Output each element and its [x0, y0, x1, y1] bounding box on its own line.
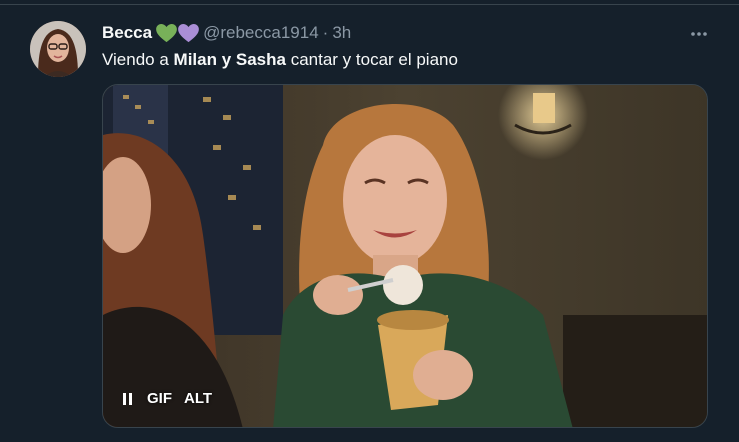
author-name[interactable]: Becca: [102, 23, 152, 43]
tweet[interactable]: Becca @rebecca1914 · 3h Viendo a Milan y…: [0, 5, 739, 442]
more-options-button[interactable]: [688, 23, 710, 45]
separator-dot: ·: [322, 23, 329, 42]
tweet-text-bold: Milan y Sasha: [173, 50, 286, 69]
tweet-text-prefix: Viendo a: [102, 50, 174, 69]
tweet-text: Viendo a Milan y Sasha cantar y tocar el…: [102, 49, 458, 71]
timestamp[interactable]: 3h: [332, 23, 351, 43]
name-emojis: [156, 23, 199, 43]
alt-button[interactable]: ALT: [184, 390, 212, 407]
gif-media[interactable]: GIF ALT: [102, 84, 708, 428]
pause-icon-bar-right: [129, 392, 132, 405]
tweet-header: Becca @rebecca1914 · 3h: [102, 22, 351, 44]
gif-frame: [103, 85, 707, 427]
gif-badge: GIF: [147, 390, 172, 407]
author-handle[interactable]: @rebecca1914: [203, 23, 319, 43]
media-controls: GIF ALT: [123, 390, 212, 407]
more-icon: [691, 32, 707, 36]
pause-icon-bar-left: [123, 392, 126, 405]
purple-heart-icon: [178, 23, 199, 42]
pause-button[interactable]: [123, 392, 135, 406]
avatar[interactable]: [30, 21, 86, 77]
green-heart-icon: [156, 23, 177, 42]
tweet-text-suffix: cantar y tocar el piano: [285, 50, 458, 69]
